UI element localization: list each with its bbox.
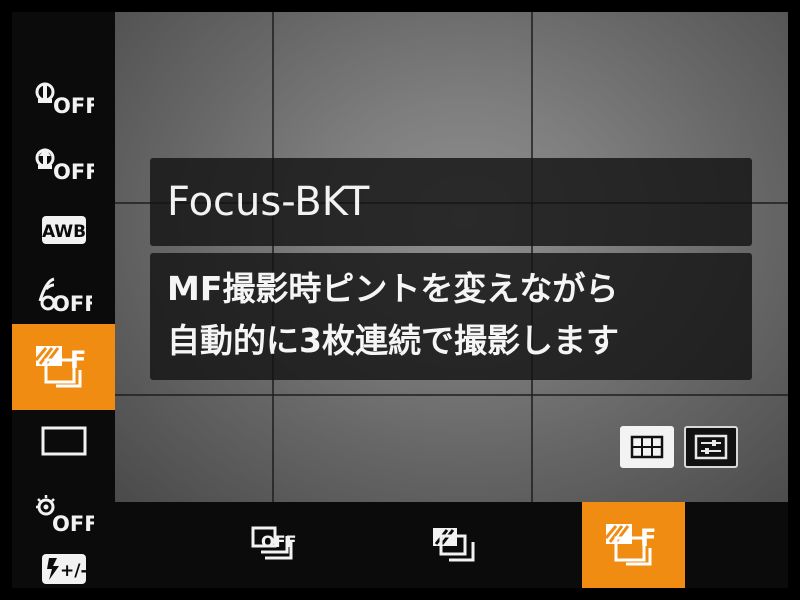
sidebar-item-hdr[interactable]: OFF [12,484,115,546]
bottom-item-label: F [640,524,656,552]
sidebar-item-label: AWB [41,222,85,242]
sidebar-item-self-timer-2[interactable]: OFF [12,134,115,196]
grid-view-icon [630,435,664,459]
bottom-item-exposure-bracket[interactable] [405,502,505,588]
focus-bracket-icon: F [604,524,656,566]
sidebar-item-label: OFF [52,512,94,536]
help-panel: Focus-BKT MF撮影時ピントを変えながら 自動的に3枚連続で撮影します [150,158,752,380]
sidebar-item-label: +/- [60,561,88,581]
metering-off-icon: OFF [38,277,92,315]
sidebar-item-self-timer[interactable]: OFF [12,68,115,130]
camera-screen: OFF OFF AWB OFF F OFF +/- Focus-BKT MF撮影… [12,12,788,588]
exposure-bracket-icon [433,528,475,562]
sidebar-item-white-balance[interactable]: AWB [12,199,115,261]
flash-compensation-icon: +/- [41,554,88,584]
sidebar-item-focus-bracket[interactable]: F [12,324,115,410]
bottom-item-focus-bracket[interactable]: F [582,502,685,588]
panel-description-line: 自動的に3枚連続で撮影します [167,321,619,360]
sidebar-item-label: F [70,346,86,374]
sidebar-item-label: OFF [53,160,94,184]
sidebar-item-drive-single[interactable] [12,410,115,472]
sidebar-item-label: OFF [53,94,94,118]
bottom-bar: OFF F [115,502,788,588]
settings-sliders-icon [694,434,728,460]
awb-icon: AWB [41,216,86,244]
sidebar-item-metering[interactable]: OFF [12,264,115,326]
bottom-item-bracket-off[interactable]: OFF [225,502,325,588]
panel-title: Focus-BKT [150,158,752,246]
panel-description: MF撮影時ピントを変えながら 自動的に3枚連続で撮影します [150,253,752,380]
focus-bracket-icon: F [34,346,86,388]
sidebar: OFF OFF AWB OFF F OFF +/- [12,12,115,588]
panel-description-line: MF撮影時ピントを変えながら [167,269,619,308]
settings-sliders-button[interactable] [684,426,738,468]
bracket-off-icon: OFF [251,526,296,560]
grid-view-button[interactable] [620,426,674,468]
self-timer-off-icon: OFF [35,82,94,118]
sidebar-item-flash-compensation[interactable]: +/- [12,552,115,588]
self-timer-2s-off-icon: OFF [35,148,94,184]
sidebar-item-label: OFF [52,292,92,315]
grid-line [115,394,788,396]
hdr-off-icon: OFF [35,495,94,536]
single-shot-icon [41,426,86,456]
